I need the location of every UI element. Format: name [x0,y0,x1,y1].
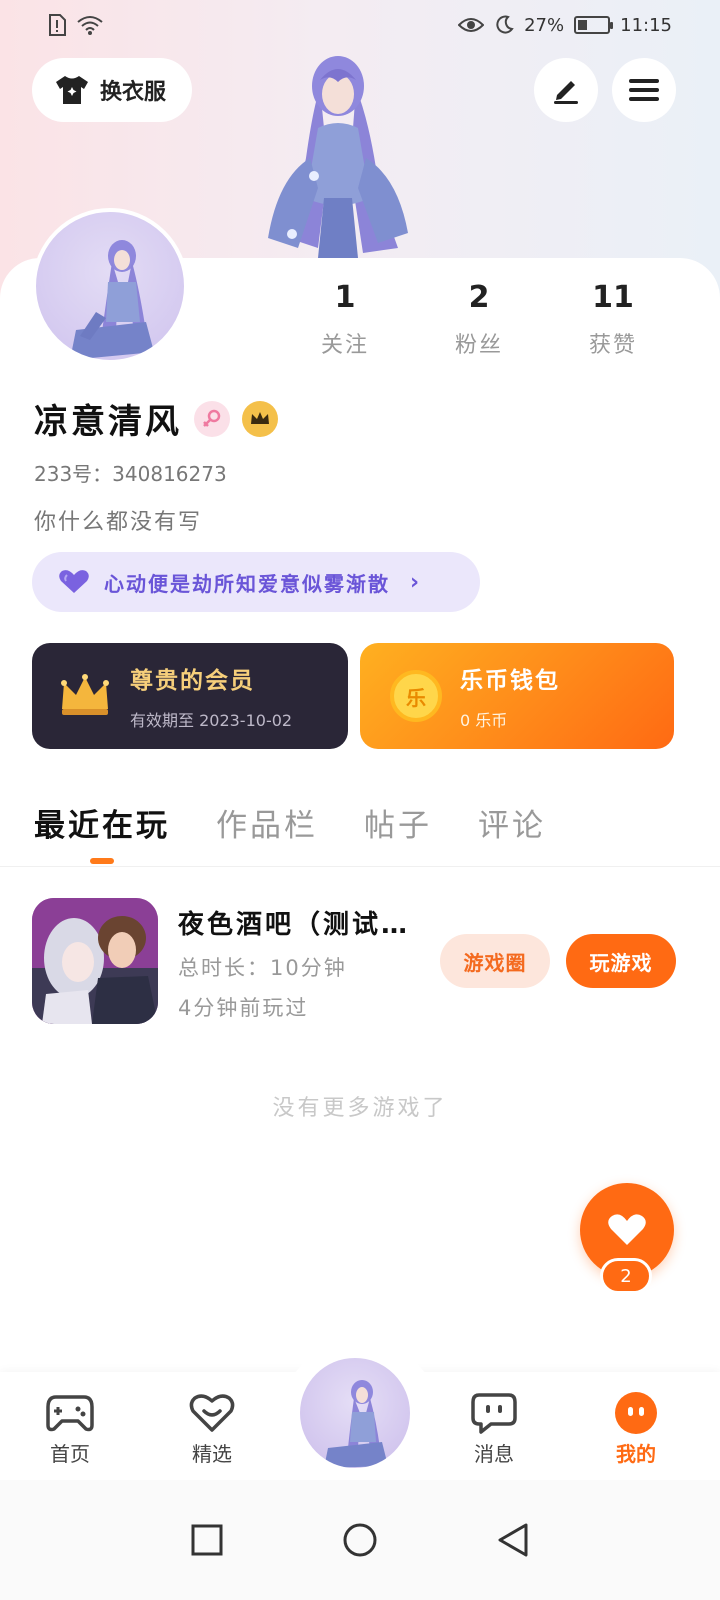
change-outfit-button[interactable]: 换衣服 [32,58,192,122]
avatar-illustration [324,1380,388,1468]
sim-alert-icon [49,14,66,36]
battery-icon [574,16,614,34]
nav-featured-label: 精选 [192,1442,232,1466]
nav-center-avatar[interactable] [300,1358,410,1468]
menu-button[interactable] [612,58,676,122]
stat-likes-value: 11 [592,280,634,315]
gamepad-icon [46,1395,94,1432]
stat-likes-label: 获赞 [588,333,637,358]
edit-profile-button[interactable] [534,58,598,122]
home-circle-icon[interactable] [342,1522,378,1558]
like-count-badge: 2 [600,1258,652,1294]
nav-messages[interactable]: 消息 [444,1390,544,1467]
profile-avatar[interactable] [32,208,188,364]
status-left [48,14,104,36]
wifi-icon [77,16,103,35]
nav-me-label: 我的 [616,1442,656,1466]
vip-member-text: 尊贵的会员 有效期至 2023-10-02 [130,661,292,731]
heart-icon [59,570,89,593]
tab-works[interactable]: 作品栏 [216,800,318,845]
nav-featured[interactable]: 精选 [162,1390,262,1467]
tab-posts[interactable]: 帖子 [364,800,432,845]
coin-wallet-title: 乐币钱包 [460,668,560,694]
chat-bubble-icon [471,1393,517,1434]
eye-icon [458,18,485,32]
avatar-illustration [70,240,154,360]
user-bio[interactable]: 你什么都没有写 [34,504,202,536]
game-icon[interactable] [32,898,158,1024]
username: 凉意清风 [34,402,182,442]
coin-icon: 乐 [390,670,442,722]
nav-home-label: 首页 [50,1442,90,1466]
user-face-icon [615,1392,657,1434]
system-navigation-bar [0,1480,720,1600]
status-bar: 27% 11:15 [0,0,720,50]
avatar-character-illustration[interactable] [258,48,418,258]
vip-member-card[interactable]: 尊贵的会员 有效期至 2023-10-02 [32,643,348,749]
stat-following[interactable]: 1 关注 [278,280,412,359]
recent-game-item[interactable]: 夜色酒吧（测试… 总时长：10分钟 4分钟前玩过 游戏圈 玩游戏 [32,898,688,1026]
game-playtime: 总时长：10分钟 [178,956,347,980]
game-circle-button[interactable]: 游戏圈 [440,934,550,988]
female-gender-icon [194,400,230,437]
coin-wallet-text: 乐币钱包 0 乐币 [460,661,560,731]
game-title: 夜色酒吧（测试… [178,910,411,940]
stat-following-label: 关注 [320,333,369,358]
moon-icon [496,15,514,34]
game-cover-illustration [32,898,158,1024]
battery-percent: 27% [524,14,565,36]
recent-apps-icon[interactable] [190,1523,224,1557]
game-last-played: 4分钟前玩过 [178,996,309,1020]
stat-likes[interactable]: 11 获赞 [546,280,680,359]
hamburger-menu-icon [629,79,659,101]
nav-me[interactable]: 我的 [586,1390,686,1467]
vip-crown-icon[interactable] [242,400,278,437]
profile-stats: 1 关注 2 粉丝 11 获赞 [278,280,680,359]
vip-member-title: 尊贵的会员 [130,668,255,694]
no-more-games-text: 没有更多游戏了 [272,1096,448,1121]
vip-member-expiry: 有效期至 2023-10-02 [130,711,293,730]
nav-home[interactable]: 首页 [20,1390,120,1467]
tabs-divider [0,866,720,867]
gold-crown-icon [61,674,109,715]
user-id: 233号：340816273 [34,462,227,486]
heart-icon [608,1214,646,1245]
change-outfit-label: 换衣服 [100,80,167,105]
signature-text: 心动便是劫所知爱意似雾渐散 [104,571,390,596]
clock: 11:15 [620,14,672,36]
pen-icon [554,81,578,104]
tshirt-icon [56,76,88,104]
stat-fans[interactable]: 2 粉丝 [412,280,546,359]
play-game-button[interactable]: 玩游戏 [566,934,676,988]
heart-diamond-icon [189,1394,235,1432]
tab-recently-played[interactable]: 最近在玩 [34,800,170,864]
stat-following-value: 1 [334,280,356,315]
tab-comments[interactable]: 评论 [478,800,546,845]
chevron-right-icon: › [410,569,422,595]
nav-messages-label: 消息 [474,1442,514,1466]
coin-wallet-card[interactable]: 乐 乐币钱包 0 乐币 [360,643,674,749]
back-triangle-icon[interactable] [496,1522,530,1558]
profile-tabs: 最近在玩 作品栏 帖子 评论 [34,800,546,864]
signature-banner[interactable]: 心动便是劫所知爱意似雾渐散 › [32,552,480,612]
username-row: 凉意清风 [34,394,278,443]
stat-fans-value: 2 [468,280,490,315]
stat-fans-label: 粉丝 [454,333,503,358]
status-right: 27% 11:15 [458,15,672,36]
coin-wallet-balance: 0 乐币 [460,711,508,730]
